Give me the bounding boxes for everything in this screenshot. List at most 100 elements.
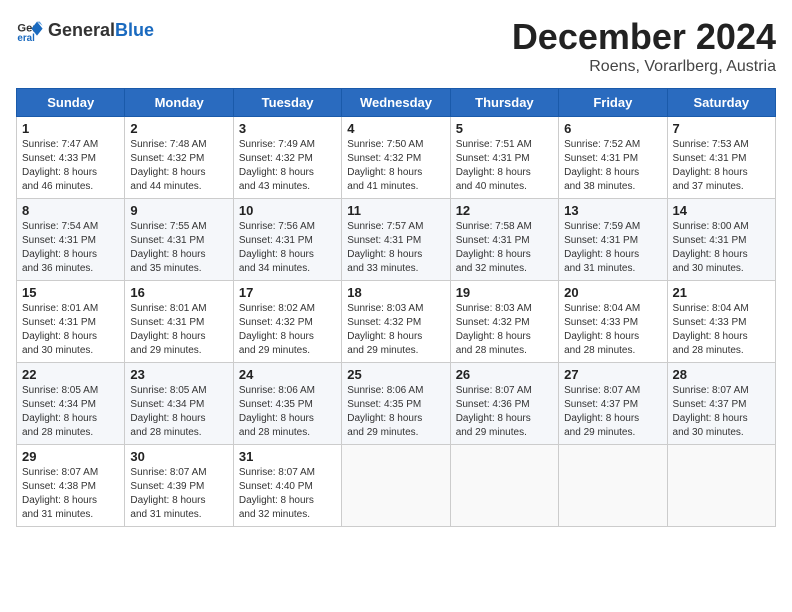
col-monday: Monday [125, 89, 233, 117]
day-info: Sunrise: 8:05 AM Sunset: 4:34 PM Dayligh… [22, 384, 119, 440]
day-number: 31 [239, 449, 336, 464]
day-info: Sunrise: 7:50 AM Sunset: 4:32 PM Dayligh… [347, 138, 444, 194]
month-title: December 2024 [512, 16, 776, 58]
table-row: 15Sunrise: 8:01 AM Sunset: 4:31 PM Dayli… [17, 281, 125, 363]
day-info: Sunrise: 8:07 AM Sunset: 4:37 PM Dayligh… [673, 384, 770, 440]
table-row [667, 445, 775, 527]
table-row: 30 Sunrise: 8:07 AM Sunset: 4:39 PM Dayli… [125, 445, 233, 527]
day-info: Sunrise: 8:06 AM Sunset: 4:35 PM Dayligh… [239, 384, 336, 440]
day-info: Sunrise: 8:00 AM Sunset: 4:31 PM Dayligh… [673, 220, 770, 276]
day-info: Sunrise: 8:07 AM Sunset: 4:40 PM Dayligh… [239, 466, 336, 522]
day-info: Sunrise: 8:06 AM Sunset: 4:35 PM Dayligh… [347, 384, 444, 440]
table-row: 5 Sunrise: 7:51 AM Sunset: 4:31 PM Daylig… [450, 117, 558, 199]
table-row: 8 Sunrise: 7:54 AM Sunset: 4:31 PM Daylig… [17, 199, 125, 281]
day-number: 11 [347, 203, 444, 218]
col-wednesday: Wednesday [342, 89, 450, 117]
logo-blue-text: Blue [115, 20, 154, 40]
day-number: 5 [456, 121, 553, 136]
day-info: Sunrise: 7:47 AM Sunset: 4:33 PM Dayligh… [22, 138, 119, 194]
day-info: Sunrise: 7:54 AM Sunset: 4:31 PM Dayligh… [22, 220, 119, 276]
svg-text:eral: eral [17, 33, 35, 44]
col-thursday: Thursday [450, 89, 558, 117]
day-number: 9 [130, 203, 227, 218]
col-tuesday: Tuesday [233, 89, 341, 117]
table-row: 24 Sunrise: 8:06 AM Sunset: 4:35 PM Dayli… [233, 363, 341, 445]
day-number: 8 [22, 203, 119, 218]
table-row: 16Sunrise: 8:01 AM Sunset: 4:31 PM Dayli… [125, 281, 233, 363]
table-row: 26 Sunrise: 8:07 AM Sunset: 4:36 PM Dayli… [450, 363, 558, 445]
table-row: 3Sunrise: 7:49 AM Sunset: 4:32 PM Daylig… [233, 117, 341, 199]
table-row: 23 Sunrise: 8:05 AM Sunset: 4:34 PM Dayli… [125, 363, 233, 445]
day-number: 20 [564, 285, 661, 300]
table-row: 22Sunrise: 8:05 AM Sunset: 4:34 PM Dayli… [17, 363, 125, 445]
day-info: Sunrise: 7:51 AM Sunset: 4:31 PM Dayligh… [456, 138, 553, 194]
logo: Gen eral GeneralBlue [16, 16, 154, 44]
table-row: 10 Sunrise: 7:56 AM Sunset: 4:31 PM Dayli… [233, 199, 341, 281]
day-number: 24 [239, 367, 336, 382]
day-number: 28 [673, 367, 770, 382]
day-number: 10 [239, 203, 336, 218]
table-row: 20 Sunrise: 8:04 AM Sunset: 4:33 PM Dayli… [559, 281, 667, 363]
col-friday: Friday [559, 89, 667, 117]
table-row: 27 Sunrise: 8:07 AM Sunset: 4:37 PM Dayli… [559, 363, 667, 445]
day-number: 12 [456, 203, 553, 218]
day-info: Sunrise: 8:01 AM Sunset: 4:31 PM Dayligh… [22, 302, 119, 358]
day-number: 13 [564, 203, 661, 218]
logo-general-text: General [48, 20, 115, 40]
table-row: 31 Sunrise: 8:07 AM Sunset: 4:40 PM Dayli… [233, 445, 341, 527]
day-number: 14 [673, 203, 770, 218]
day-info: Sunrise: 8:04 AM Sunset: 4:33 PM Dayligh… [564, 302, 661, 358]
location-subtitle: Roens, Vorarlberg, Austria [512, 58, 776, 76]
title-area: December 2024 Roens, Vorarlberg, Austria [512, 16, 776, 76]
page-header: Gen eral GeneralBlue December 2024 Roens… [16, 16, 776, 76]
day-info: Sunrise: 7:52 AM Sunset: 4:31 PM Dayligh… [564, 138, 661, 194]
table-row: 1 Sunrise: 7:47 AM Sunset: 4:33 PM Daylig… [17, 117, 125, 199]
day-number: 26 [456, 367, 553, 382]
table-row: 6 Sunrise: 7:52 AM Sunset: 4:31 PM Daylig… [559, 117, 667, 199]
table-row: 21 Sunrise: 8:04 AM Sunset: 4:33 PM Dayli… [667, 281, 775, 363]
day-number: 27 [564, 367, 661, 382]
day-info: Sunrise: 8:01 AM Sunset: 4:31 PM Dayligh… [130, 302, 227, 358]
day-number: 4 [347, 121, 444, 136]
day-number: 1 [22, 121, 119, 136]
table-row [450, 445, 558, 527]
day-info: Sunrise: 7:58 AM Sunset: 4:31 PM Dayligh… [456, 220, 553, 276]
day-number: 17 [239, 285, 336, 300]
day-info: Sunrise: 8:05 AM Sunset: 4:34 PM Dayligh… [130, 384, 227, 440]
logo-icon: Gen eral [16, 16, 44, 44]
table-row: 18Sunrise: 8:03 AM Sunset: 4:32 PM Dayli… [342, 281, 450, 363]
table-row: 9 Sunrise: 7:55 AM Sunset: 4:31 PM Daylig… [125, 199, 233, 281]
table-row [342, 445, 450, 527]
day-info: Sunrise: 7:48 AM Sunset: 4:32 PM Dayligh… [130, 138, 227, 194]
day-number: 19 [456, 285, 553, 300]
day-info: Sunrise: 8:03 AM Sunset: 4:32 PM Dayligh… [347, 302, 444, 358]
day-info: Sunrise: 8:07 AM Sunset: 4:38 PM Dayligh… [22, 466, 119, 522]
header-row: Sunday Monday Tuesday Wednesday Thursday… [17, 89, 776, 117]
day-info: Sunrise: 8:02 AM Sunset: 4:32 PM Dayligh… [239, 302, 336, 358]
table-row: 25Sunrise: 8:06 AM Sunset: 4:35 PM Dayli… [342, 363, 450, 445]
col-sunday: Sunday [17, 89, 125, 117]
day-number: 21 [673, 285, 770, 300]
day-info: Sunrise: 8:07 AM Sunset: 4:39 PM Dayligh… [130, 466, 227, 522]
table-row: 13 Sunrise: 7:59 AM Sunset: 4:31 PM Dayli… [559, 199, 667, 281]
col-saturday: Saturday [667, 89, 775, 117]
day-info: Sunrise: 7:59 AM Sunset: 4:31 PM Dayligh… [564, 220, 661, 276]
day-number: 6 [564, 121, 661, 136]
day-info: Sunrise: 7:55 AM Sunset: 4:31 PM Dayligh… [130, 220, 227, 276]
day-info: Sunrise: 8:07 AM Sunset: 4:37 PM Dayligh… [564, 384, 661, 440]
table-row: 7Sunrise: 7:53 AM Sunset: 4:31 PM Daylig… [667, 117, 775, 199]
table-row: 28 Sunrise: 8:07 AM Sunset: 4:37 PM Dayli… [667, 363, 775, 445]
table-row: 19Sunrise: 8:03 AM Sunset: 4:32 PM Dayli… [450, 281, 558, 363]
day-number: 23 [130, 367, 227, 382]
table-row: 17 Sunrise: 8:02 AM Sunset: 4:32 PM Dayli… [233, 281, 341, 363]
table-row: 14 Sunrise: 8:00 AM Sunset: 4:31 PM Dayli… [667, 199, 775, 281]
table-row: 2Sunrise: 7:48 AM Sunset: 4:32 PM Daylig… [125, 117, 233, 199]
table-row: 11 Sunrise: 7:57 AM Sunset: 4:31 PM Dayli… [342, 199, 450, 281]
day-info: Sunrise: 7:57 AM Sunset: 4:31 PM Dayligh… [347, 220, 444, 276]
day-info: Sunrise: 8:07 AM Sunset: 4:36 PM Dayligh… [456, 384, 553, 440]
table-row: 12 Sunrise: 7:58 AM Sunset: 4:31 PM Dayli… [450, 199, 558, 281]
day-number: 30 [130, 449, 227, 464]
day-info: Sunrise: 7:49 AM Sunset: 4:32 PM Dayligh… [239, 138, 336, 194]
day-info: Sunrise: 7:56 AM Sunset: 4:31 PM Dayligh… [239, 220, 336, 276]
day-info: Sunrise: 8:04 AM Sunset: 4:33 PM Dayligh… [673, 302, 770, 358]
